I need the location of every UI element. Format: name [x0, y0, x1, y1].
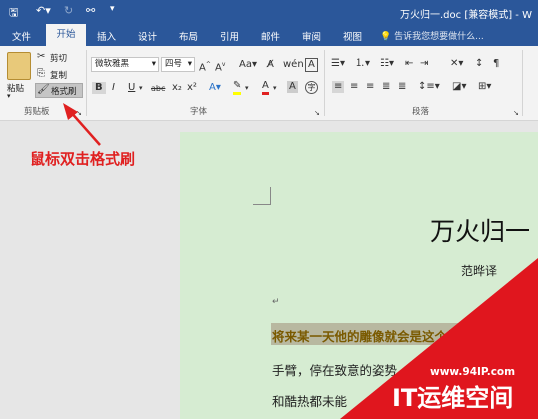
watermark-brand: IT运维空间 [392, 384, 514, 412]
watermark-banner [340, 258, 538, 419]
watermark-url: www.94IP.com [430, 366, 516, 378]
